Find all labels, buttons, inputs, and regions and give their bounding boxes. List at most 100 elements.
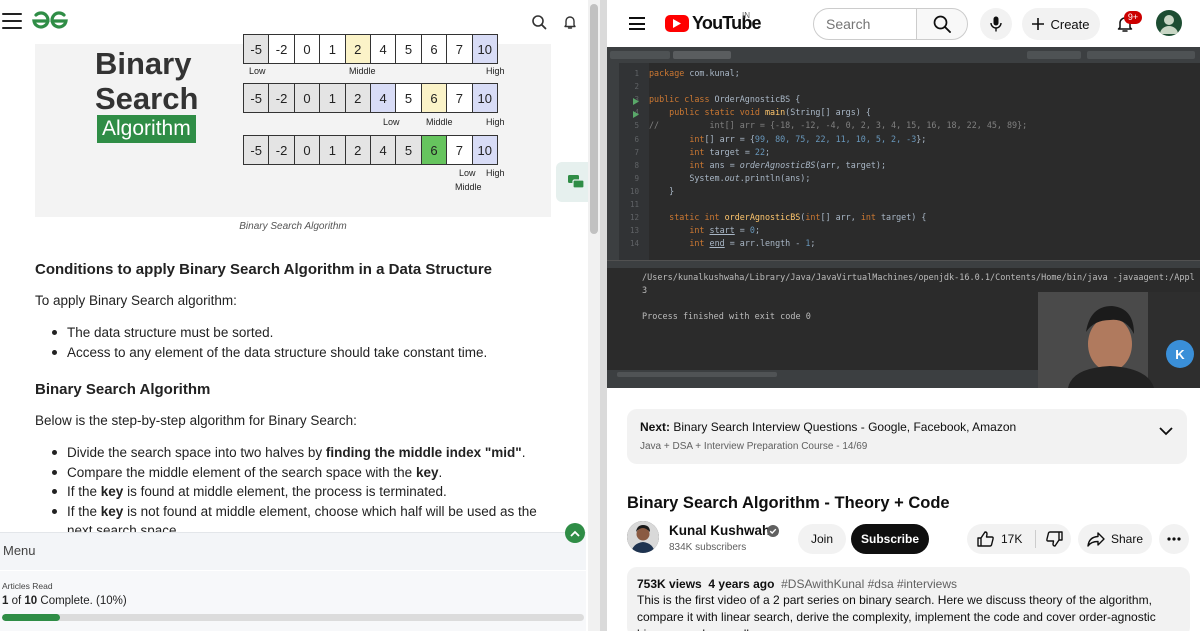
label-high-1: High [486, 66, 505, 76]
hero-badge: Algorithm [97, 115, 196, 143]
search-icon [933, 15, 951, 33]
array-cell: 10 [471, 135, 498, 165]
array-cell: 5 [395, 34, 422, 64]
code-line-number: 9 [634, 173, 639, 183]
code-line: public class OrderAgnosticBS { [649, 94, 801, 105]
label-low-2: Low [383, 117, 400, 127]
code-line: static int orderAgnosticBS(int[] arr, in… [669, 212, 927, 223]
chevron-down-icon[interactable] [1159, 427, 1173, 436]
dislike-button[interactable] [1037, 524, 1071, 554]
reading-progress: Articles Read 1 of 10 Complete. (10%) [0, 571, 586, 631]
progress-text: 1 of 10 Complete. (10%) [2, 595, 127, 607]
array-cell: 4 [369, 34, 397, 64]
chat-icon [568, 175, 585, 189]
array-row-2: -5 -2 0 1 2 4 5 6 7 10 [243, 83, 498, 113]
scroll-up-button[interactable] [565, 523, 585, 543]
channel-avatar[interactable] [627, 521, 659, 553]
list-item: The data structure must be sorted. [52, 323, 562, 343]
search-icon[interactable] [528, 11, 550, 33]
more-horizontal-icon [1167, 537, 1181, 541]
array-cell: 7 [446, 34, 473, 64]
next-up-card[interactable]: Next: Binary Search Interview Questions … [627, 409, 1187, 464]
channel-name[interactable]: Kunal Kushwaha [669, 523, 778, 538]
array-cell: 7 [446, 135, 473, 165]
like-count: 17K [1001, 532, 1023, 546]
progress-label: Articles Read [2, 581, 53, 591]
article-menu-bar[interactable]: Menu [0, 532, 586, 570]
heading-conditions: Conditions to apply Binary Search Algori… [35, 261, 493, 278]
gfg-pane: Binary Search Algorithm -5 -2 0 1 2 4 5 6 7 10 Lo… [0, 0, 600, 631]
array-cell: 2 [344, 83, 371, 113]
like-dislike-group: 17K [967, 524, 1071, 554]
code-line-number: 7 [634, 147, 639, 157]
label-middle-3: Middle [455, 182, 482, 192]
array-cell: 0 [293, 135, 321, 165]
video-meta: 753K views 4 years ago #DSAwithKunal #ds… [637, 577, 957, 591]
video-player[interactable]: 1 package com.kunal; 2 3 public class OrderA… [607, 47, 1200, 388]
array-cell: 6 [420, 34, 448, 64]
array-cell: 0 [293, 83, 321, 113]
binary-search-illustration: Binary Search Algorithm -5 -2 0 1 2 4 5 6 7 10 Lo… [35, 34, 551, 217]
array-cell: -5 [243, 135, 270, 165]
share-button[interactable]: Share [1078, 524, 1152, 554]
algorithm-steps: Divide the search space into two halves … [52, 443, 562, 541]
run-exit: Process finished with exit code 0 [642, 312, 811, 322]
bell-icon[interactable] [559, 11, 581, 33]
subscriber-count: 834K subscribers [669, 542, 747, 553]
code-line: int target = 22; [689, 146, 771, 157]
split-divider[interactable] [600, 0, 607, 631]
search-input[interactable] [813, 8, 917, 40]
array-cell: 1 [319, 83, 346, 113]
youtube-play-icon [665, 15, 689, 32]
code-line: int start = 0; [689, 225, 760, 236]
screen: Binary Search Algorithm -5 -2 0 1 2 4 5 6 7 10 Lo… [0, 0, 1200, 631]
label-middle-2: Middle [426, 117, 453, 127]
code-line: int ans = orderAgnosticBS(arr, target); [689, 159, 887, 170]
array-cell: -5 [243, 34, 270, 64]
search-button[interactable] [916, 8, 968, 40]
hamburger-menu-icon[interactable] [2, 13, 22, 29]
voice-search-button[interactable] [980, 8, 1012, 40]
array-cell: 6 [420, 83, 448, 113]
scrollbar-thumb[interactable] [590, 4, 598, 234]
progress-track [2, 614, 584, 621]
array-cell: 10 [471, 34, 498, 64]
gfg-logo-icon[interactable] [30, 10, 70, 32]
subscribe-button[interactable]: Subscribe [851, 524, 929, 554]
share-label: Share [1110, 532, 1144, 546]
thumbs-down-icon [1045, 531, 1063, 547]
code-line-number: 14 [629, 239, 639, 249]
account-avatar[interactable] [1156, 10, 1182, 36]
run-command: /Users/kunalkushwaha/Library/Java/JavaVi… [642, 273, 1195, 283]
ide-toolbar [607, 47, 1200, 63]
region-code: IN [742, 11, 750, 20]
code-line: package com.kunal; [649, 68, 740, 78]
description-box[interactable]: 753K views 4 years ago #DSAwithKunal #ds… [627, 567, 1190, 631]
code-line: int[] arr = {99, 80, 75, 22, 11, 10, 5, … [689, 133, 927, 144]
label-high-3: High [486, 168, 505, 178]
code-line-number: 10 [629, 186, 639, 196]
share-icon [1087, 531, 1105, 547]
list-item: If the key is found at middle element, t… [52, 482, 562, 502]
verified-icon [767, 525, 779, 537]
create-button[interactable]: Create [1022, 8, 1100, 40]
code-line: int end = arr.length - 1; [689, 238, 816, 249]
label-low-1: Low [249, 66, 266, 76]
more-actions-button[interactable] [1159, 524, 1189, 554]
code-line-number: 12 [629, 213, 639, 223]
notification-count-badge: 9+ [1124, 11, 1142, 24]
video-description: This is the first video of a 2 part seri… [637, 593, 1156, 631]
label-low-3: Low [459, 168, 476, 178]
yt-menu-icon[interactable] [629, 17, 645, 30]
left-scrollbar[interactable] [588, 0, 600, 631]
next-video-title: Next: Binary Search Interview Questions … [640, 420, 1017, 434]
code-line-number: 8 [634, 160, 639, 170]
code-line: // int[] arr = {-18, -12, -4, 0, 2, 3, 4… [649, 120, 1028, 131]
array-cell: 4 [369, 135, 397, 165]
like-button[interactable]: 17K [967, 524, 1035, 554]
plus-icon [1032, 18, 1045, 30]
join-button[interactable]: Join [798, 524, 846, 554]
conditions-intro: To apply Binary Search algorithm: [35, 293, 237, 308]
array-cell: 2 [344, 135, 371, 165]
code-line-number: 13 [629, 226, 639, 236]
